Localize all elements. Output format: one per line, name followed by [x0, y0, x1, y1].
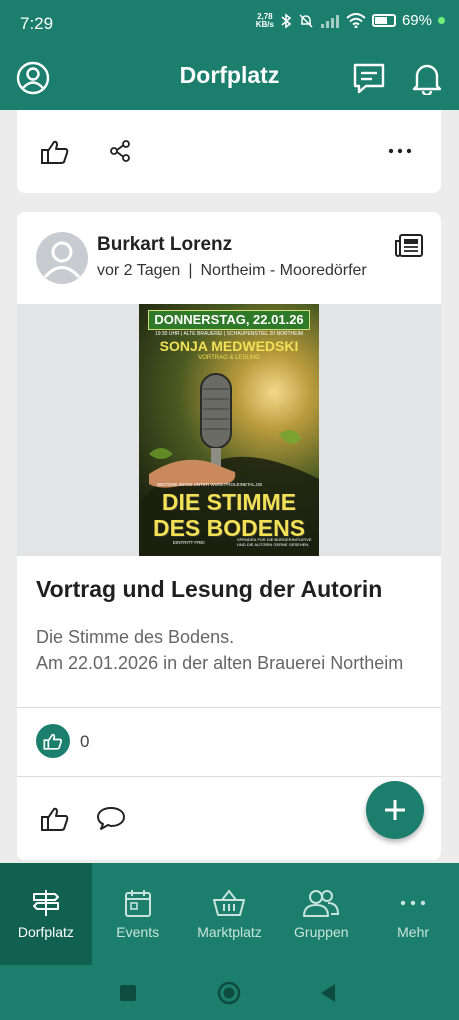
chat-icon [353, 63, 385, 94]
signal-icon [320, 14, 339, 28]
share-button[interactable] [107, 138, 133, 164]
group-icon [303, 890, 340, 917]
post-time: vor 2 Tagen [97, 262, 181, 279]
nav-dorfplatz[interactable]: Dorfplatz [0, 863, 92, 965]
poster-date: DONNERSTAG, 22.01.26 [148, 310, 310, 330]
battery-icon [371, 14, 396, 27]
create-post-button[interactable] [366, 781, 424, 839]
home-button[interactable] [212, 976, 246, 1010]
divider [17, 707, 441, 708]
user-placeholder-icon [43, 241, 81, 279]
poster-donation-note: SPENDEN FÜR DIE BÜRGERINITIATIVE UND DIE… [237, 537, 312, 547]
poster-headline: DIE STIMME DES BODENS [152, 489, 306, 541]
event-poster-image[interactable]: DONNERSTAG, 22.01.26 19:30 UHR | ALTE BR… [139, 304, 319, 556]
status-bar: 7:29 2,78 KB/s 69% [0, 0, 459, 48]
battery-percent: 69% [401, 12, 432, 29]
status-icons: 2,78 KB/s 69% [256, 12, 445, 29]
recents-button[interactable] [112, 977, 144, 1009]
messages-button[interactable] [347, 56, 391, 100]
back-button[interactable] [312, 977, 344, 1009]
more-dots-icon [388, 148, 412, 154]
nav-label: Events [116, 924, 160, 940]
system-navigation-bar [0, 965, 459, 1020]
bell-icon [412, 64, 442, 95]
status-time: 7:29 [20, 14, 54, 33]
comment-button[interactable] [95, 802, 127, 834]
charging-dot [438, 17, 445, 24]
nav-label: Marktplatz [197, 924, 262, 940]
nav-label: Mehr [397, 924, 430, 940]
author-name[interactable]: Burkart Lorenz [97, 234, 232, 256]
app-bar: Dorfplatz [0, 48, 459, 110]
post-image-area[interactable]: DONNERSTAG, 22.01.26 19:30 UHR | ALTE BR… [17, 304, 441, 556]
newspaper-icon [395, 234, 423, 257]
post-title: Vortrag und Lesung der Autorin [36, 576, 383, 602]
thumbs-up-icon [41, 807, 69, 831]
post-body: Die Stimme des Bodens. Am 22.01.2026 in … [36, 627, 404, 673]
meta-separator: | [188, 262, 193, 279]
back-triangle-icon [321, 984, 335, 1002]
like-button[interactable] [37, 134, 73, 170]
poster-free-entry: EINTRITT FREI [173, 540, 205, 545]
poster-venue: 19:30 UHR | ALTE BRAUEREI | SCHAUPENSTIE… [154, 331, 304, 337]
calendar-icon [124, 890, 151, 917]
bluetooth-icon [281, 12, 292, 29]
poster-subtitle: VORTRAG & LESUNG [198, 355, 260, 361]
basket-icon [213, 889, 246, 916]
divider [17, 776, 441, 777]
post-card: Burkart Lorenz vor 2 Tagen | Northeim - … [17, 212, 441, 860]
home-circle-icon [217, 981, 241, 1005]
nav-marktplatz[interactable]: Marktplatz [184, 863, 276, 965]
plus-icon [385, 800, 405, 820]
thumbs-up-icon [43, 733, 63, 750]
avatar[interactable] [36, 232, 88, 284]
nav-label: Gruppen [294, 924, 349, 940]
post-meta: vor 2 Tagen | Northeim - Mooredörfer [97, 262, 367, 280]
notifications-button[interactable] [405, 56, 449, 100]
nav-label: Dorfplatz [17, 924, 74, 940]
share-icon [110, 140, 130, 162]
likes-badge[interactable] [36, 724, 70, 758]
mute-bell-icon [299, 13, 313, 28]
news-type-button[interactable] [393, 232, 425, 260]
wifi-icon [346, 13, 366, 28]
nav-gruppen[interactable]: Gruppen [275, 863, 367, 965]
more-options-button[interactable] [383, 138, 417, 164]
poster-speaker: SONJA MEDWEDSKI [159, 338, 299, 354]
post-location: Northeim - Mooredörfer [200, 262, 367, 279]
like-button[interactable] [37, 801, 73, 837]
more-icon [400, 900, 426, 906]
network-speed: 2,78 KB/s [255, 11, 274, 29]
bottom-navigation: Dorfplatz Events Marktplatz Gruppen Mehr [0, 863, 459, 965]
square-icon [120, 985, 136, 1001]
comment-icon [97, 807, 125, 830]
signpost-icon [32, 890, 59, 916]
poster-info: WEITERE INFOS UNTER WWW.PROLEINETAL.DE [157, 482, 263, 487]
nav-mehr[interactable]: Mehr [367, 863, 459, 965]
previous-post-card [17, 110, 441, 193]
thumbs-up-icon [41, 140, 69, 164]
like-count: 0 [80, 732, 90, 751]
nav-events[interactable]: Events [92, 863, 184, 965]
